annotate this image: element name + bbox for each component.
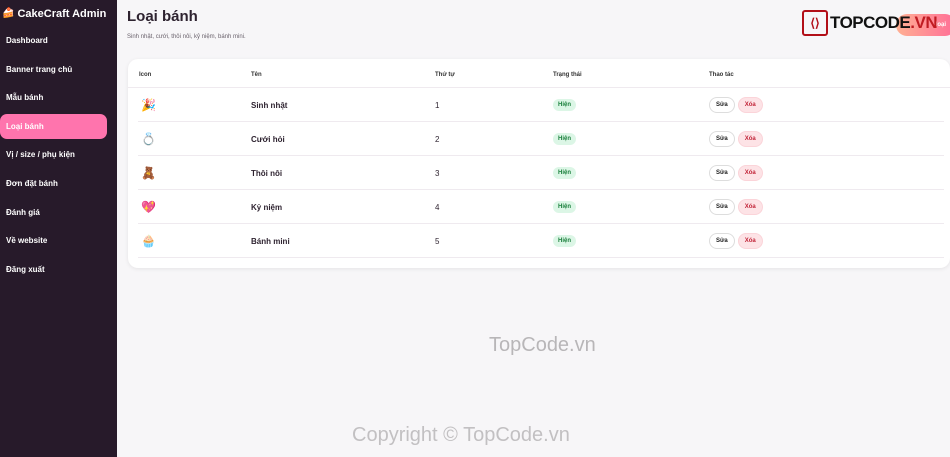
table-row: 🧁 Bánh mini 5 Hiện Sửa Xóa: [138, 224, 944, 258]
table-row: 💍 Cưới hỏi 2 Hiện Sửa Xóa: [138, 122, 944, 156]
sparkling-heart-icon: 💖: [141, 200, 156, 214]
row-order: 5: [435, 236, 440, 246]
row-name: Thôi nôi: [251, 168, 283, 178]
sidebar-item-logout[interactable]: Đăng xuất: [0, 257, 108, 282]
col-order: Thứ tự: [435, 72, 455, 78]
page-subtitle: Sinh nhật, cưới, thôi nôi, kỷ niệm, bánh…: [127, 34, 246, 40]
brand: 🍰 CakeCraft Admin: [0, 0, 117, 22]
table-row: 🎉 Sinh nhật 1 Hiện Sửa Xóa: [138, 88, 944, 122]
delete-button[interactable]: Xóa: [737, 97, 763, 113]
status-badge: Hiện: [553, 235, 577, 247]
status-badge: Hiện: [553, 133, 577, 145]
table-row: 🧸 Thôi nôi 3 Hiện Sửa Xóa: [138, 156, 944, 190]
row-order: 3: [435, 168, 440, 178]
col-actions: Thao tác: [709, 72, 734, 78]
types-table: Icon Tên Thứ tự Trạng thái Thao tác 🎉 Si…: [128, 59, 950, 268]
row-name: Bánh mini: [251, 236, 290, 246]
delete-button[interactable]: Xóa: [737, 165, 763, 181]
delete-button[interactable]: Xóa: [737, 131, 763, 147]
edit-button[interactable]: Sửa: [709, 199, 735, 215]
watermark-logo-text-b: .VN: [910, 13, 938, 32]
page-title: Loại bánh: [127, 8, 198, 25]
brand-name: CakeCraft Admin: [17, 7, 107, 20]
party-popper-icon: 🎉: [141, 98, 156, 112]
table-row: 💖 Kỷ niệm 4 Hiện Sửa Xóa: [138, 190, 944, 224]
watermark-center: TopCode.vn: [489, 334, 596, 356]
row-name: Sinh nhật: [251, 100, 288, 110]
row-name: Kỷ niệm: [251, 202, 283, 212]
status-badge: Hiện: [553, 99, 577, 111]
topcode-logo-icon: ⟨⟩: [802, 10, 828, 36]
sidebar-item-about[interactable]: Về website: [0, 228, 108, 253]
row-order: 4: [435, 202, 440, 212]
watermark-logo: ⟨⟩ TOPCODE.VN: [802, 10, 938, 36]
col-status: Trạng thái: [553, 72, 582, 78]
edit-button[interactable]: Sửa: [709, 233, 735, 249]
sidebar-item-dashboard[interactable]: Dashboard: [0, 28, 108, 53]
status-badge: Hiện: [553, 201, 577, 213]
watermark-copyright: Copyright © TopCode.vn: [352, 424, 570, 446]
status-badge: Hiện: [553, 167, 577, 179]
sidebar: 🍰 CakeCraft Admin Dashboard Banner trang…: [0, 0, 117, 457]
col-icon: Icon: [139, 72, 152, 78]
cake-icon: 🍰: [2, 8, 15, 19]
edit-button[interactable]: Sửa: [709, 165, 735, 181]
edit-button[interactable]: Sửa: [709, 131, 735, 147]
main-content: Loại bánh Sinh nhật, cưới, thôi nôi, kỷ …: [117, 0, 950, 457]
ring-icon: 💍: [141, 132, 156, 146]
sidebar-item-cake-models[interactable]: Mẫu bánh: [0, 85, 108, 110]
delete-button[interactable]: Xóa: [737, 199, 763, 215]
row-name: Cưới hỏi: [251, 134, 285, 144]
sidebar-nav: Dashboard Banner trang chủ Mẫu bánh Loại…: [0, 28, 117, 282]
watermark-logo-text-a: TOPCODE: [830, 13, 911, 32]
teddy-bear-icon: 🧸: [141, 166, 156, 180]
row-order: 2: [435, 134, 440, 144]
delete-button[interactable]: Xóa: [737, 233, 763, 249]
col-name: Tên: [251, 72, 262, 78]
sidebar-item-flavors[interactable]: Vị / size / phụ kiện: [0, 142, 108, 167]
row-order: 1: [435, 100, 440, 110]
sidebar-item-cake-types[interactable]: Loại bánh: [0, 113, 107, 139]
sidebar-item-banner[interactable]: Banner trang chủ: [0, 57, 108, 82]
cupcake-icon: 🧁: [141, 234, 156, 248]
sidebar-item-reviews[interactable]: Đánh giá: [0, 200, 108, 225]
edit-button[interactable]: Sửa: [709, 97, 735, 113]
sidebar-item-orders[interactable]: Đơn đặt bánh: [0, 171, 108, 196]
table-header: Icon Tên Thứ tự Trạng thái Thao tác: [128, 59, 950, 88]
